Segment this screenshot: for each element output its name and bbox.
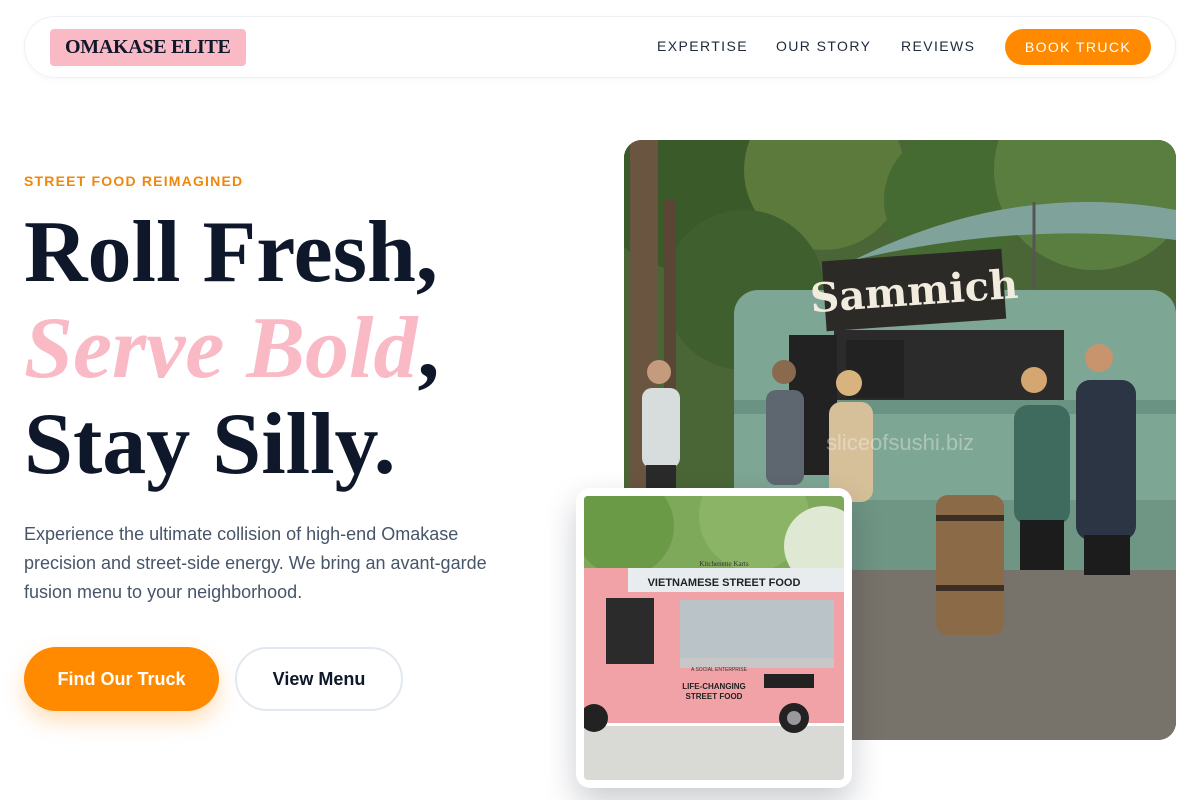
book-truck-button[interactable]: BOOK TRUCK bbox=[1005, 29, 1151, 65]
nav-link-our-story[interactable]: OUR STORY bbox=[776, 38, 871, 54]
find-our-truck-button[interactable]: Find Our Truck bbox=[24, 647, 219, 711]
pink-truck-illustration: VIETNAMESE STREET FOOD Kitchenette Karts… bbox=[584, 496, 844, 780]
truck-slogan-line-1: LIFE-CHANGING bbox=[682, 682, 746, 691]
hero-eyebrow: STREET FOOD REIMAGINED bbox=[24, 173, 244, 189]
headline-highlight: Serve Bold bbox=[24, 300, 418, 397]
headline-line-3: Stay Silly. bbox=[24, 396, 396, 493]
nav-link-reviews[interactable]: REVIEWS bbox=[901, 38, 975, 54]
secondary-photo-card: VIETNAMESE STREET FOOD Kitchenette Karts… bbox=[576, 488, 852, 788]
headline-comma: , bbox=[417, 300, 440, 397]
brand-logo[interactable]: OMAKASE ELITE bbox=[50, 29, 246, 66]
headline-line-1: Roll Fresh, bbox=[24, 204, 438, 301]
truck-brand-text: Kitchenette Karts bbox=[699, 560, 748, 568]
hero-headline: Roll Fresh, Serve Bold, Stay Silly. bbox=[24, 205, 440, 493]
truck-enterprise-text: A SOCIAL ENTERPRISE bbox=[691, 667, 748, 673]
nav-link-expertise[interactable]: EXPERTISE bbox=[657, 38, 748, 54]
truck-slogan-line-2: STREET FOOD bbox=[686, 692, 743, 701]
hero-description: Experience the ultimate collision of hig… bbox=[24, 524, 487, 602]
view-menu-button[interactable]: View Menu bbox=[235, 647, 403, 711]
top-navbar: OMAKASE ELITE EXPERTISE OUR STORY REVIEW… bbox=[24, 16, 1176, 78]
main-photo-watermark: sliceofsushi.biz bbox=[826, 430, 974, 455]
truck-banner-text: VIETNAMESE STREET FOOD bbox=[648, 577, 801, 589]
secondary-photo-pink-truck: VIETNAMESE STREET FOOD Kitchenette Karts… bbox=[584, 496, 844, 780]
